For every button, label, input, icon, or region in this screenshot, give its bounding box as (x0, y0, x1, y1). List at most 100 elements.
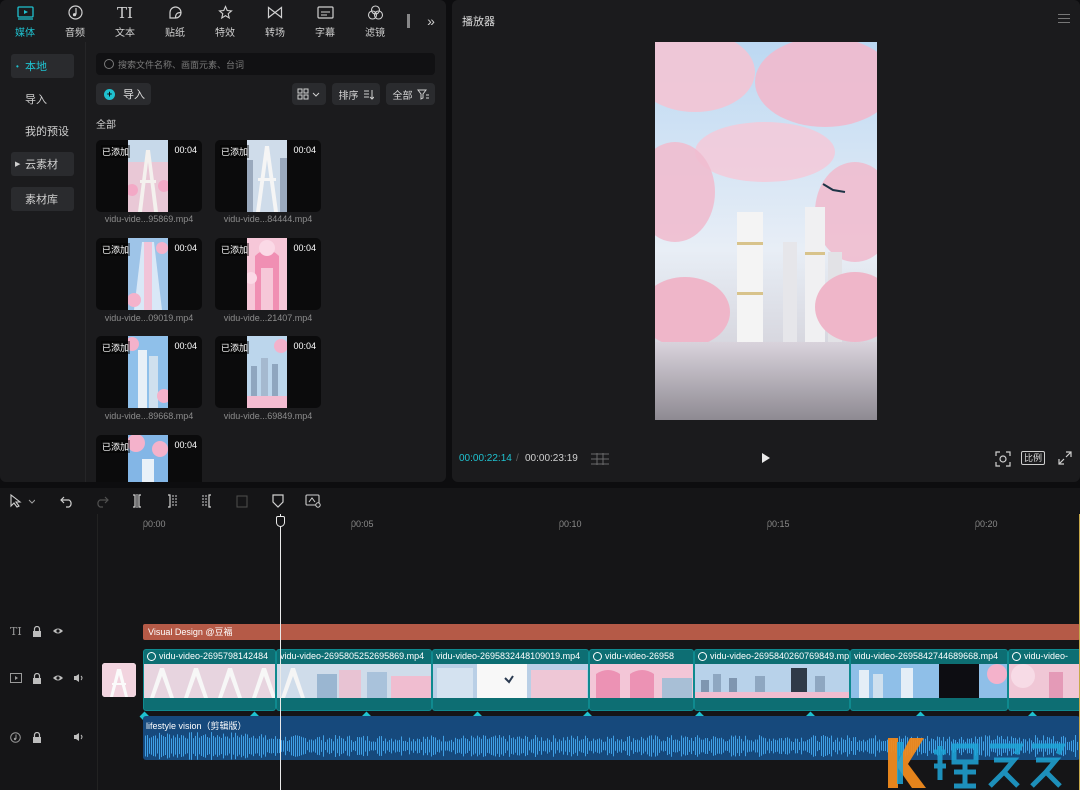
playhead[interactable] (280, 514, 281, 790)
waveform-bar (761, 736, 762, 756)
waveform-bar (311, 739, 312, 753)
waveform-bar (757, 739, 758, 753)
volume-icon[interactable] (73, 732, 85, 745)
waveform-bar (739, 735, 740, 757)
tab-text[interactable]: TI 文本 (100, 0, 150, 42)
waveform-bar (623, 741, 624, 751)
video-clip-3[interactable]: vidu-video-2695832448109019.mp4 (432, 649, 589, 711)
tab-audio[interactable]: 音频 (50, 0, 100, 42)
media-clip-2[interactable]: 已添加 00:04 (215, 140, 321, 212)
split-button[interactable] (131, 493, 143, 509)
waveform-bar (367, 736, 368, 756)
waveform-bar (771, 740, 772, 752)
fullscreen-icon[interactable] (1058, 451, 1072, 468)
waveform-bar (663, 740, 664, 752)
media-clip-1[interactable]: 已添加 00:04 (96, 140, 202, 212)
trim-right-button[interactable] (201, 493, 213, 509)
tab-sticker[interactable]: 贴纸 (150, 0, 200, 42)
waveform-bar (853, 737, 854, 755)
select-tool-button[interactable] (9, 493, 35, 509)
play-icon[interactable] (761, 452, 771, 467)
waveform-bar (263, 737, 264, 755)
auto-caption-button[interactable] (305, 493, 321, 509)
waveform-bar (725, 741, 726, 751)
tab-filter[interactable]: 滤镜 (350, 0, 400, 42)
waveform-bar (509, 735, 510, 757)
waveform-bar (183, 735, 184, 757)
video-clip-2[interactable]: vidu-video-2695805252695869.mp4 (276, 649, 432, 711)
waveform-bar (421, 741, 422, 751)
lock-icon[interactable] (32, 672, 42, 688)
text-clip[interactable]: Visual Design @豆福 (143, 624, 1080, 640)
waveform-bar (541, 737, 542, 755)
more-tabs-chevron-icon[interactable]: » (416, 0, 446, 42)
split-icon (133, 494, 141, 508)
waveform-bar (723, 739, 724, 753)
added-badge: 已添加 (101, 440, 131, 453)
media-clip-7[interactable]: 已添加 00:04 (96, 435, 202, 482)
waveform-bar (613, 735, 614, 757)
sidebar-item-import[interactable]: 导入 (11, 87, 74, 111)
time-ruler[interactable]: 00:00 00:05 00:10 00:15 00:20 (98, 514, 1080, 530)
undo-button[interactable] (60, 493, 74, 509)
eye-icon[interactable] (52, 673, 64, 686)
waveform-bar (841, 737, 842, 755)
waveform-bar (843, 739, 844, 753)
waveform-bar (273, 738, 274, 754)
redo-button[interactable] (95, 493, 109, 509)
fit-screen-icon[interactable] (995, 451, 1011, 470)
playhead-handle[interactable] (276, 516, 285, 527)
cover-thumbnail[interactable] (102, 663, 136, 697)
clip-thumbnail (128, 238, 168, 310)
video-clip-4[interactable]: vidu-video-26958 (589, 649, 694, 711)
trim-left-button[interactable] (166, 493, 178, 509)
media-clip-5[interactable]: 已添加 00:04 (96, 336, 202, 408)
sidebar-item-cloud[interactable]: ▶ 云素材 (11, 152, 74, 176)
waveform-bar (845, 739, 846, 753)
timecode-grid-icon[interactable] (590, 452, 610, 469)
aspect-ratio-button[interactable]: 比例 (1021, 451, 1046, 465)
sort-button[interactable]: 排序 (332, 83, 380, 105)
sidebar-item-library[interactable]: 素材库 (11, 187, 74, 211)
waveform-bar (811, 737, 812, 755)
clip-duration: 00:04 (293, 341, 316, 351)
clip-frames (144, 664, 275, 698)
lock-icon[interactable] (32, 625, 42, 641)
import-button[interactable]: + 导入 (96, 83, 151, 105)
video-clip-5[interactable]: vidu-video-2695840260769849.mp4 (694, 649, 850, 711)
added-badge: 已添加 (220, 243, 250, 256)
waveform-bar (377, 738, 378, 754)
sidebar-item-local[interactable]: • 本地 (11, 54, 74, 78)
waveform-bar (643, 738, 644, 754)
waveform-bar (599, 738, 600, 754)
volume-icon[interactable] (73, 673, 85, 686)
video-clip-1[interactable]: vidu-video-2695798142484 (143, 649, 276, 711)
media-clip-3[interactable]: 已添加 00:04 (96, 238, 202, 310)
lock-icon[interactable] (32, 731, 42, 747)
waveform-bar (661, 741, 662, 751)
delete-button[interactable] (236, 493, 248, 509)
waveform-bar (807, 739, 808, 753)
view-mode-button[interactable] (292, 83, 326, 105)
eye-icon[interactable] (52, 626, 64, 639)
marker-button[interactable] (272, 493, 284, 509)
search-input[interactable]: 搜索文件名称、画面元素、台词 (96, 53, 435, 75)
tab-transition[interactable]: 转场 (250, 0, 300, 42)
video-clip-6[interactable]: vidu-video-2695842744689668.mp4 (850, 649, 1008, 711)
waveform-bar (229, 738, 230, 754)
filter-button[interactable]: 全部 (386, 83, 435, 105)
tab-subtitle[interactable]: 字幕 (300, 0, 350, 42)
ruler-major-tick (559, 522, 560, 530)
media-clip-4[interactable]: 已添加 00:04 (215, 238, 321, 310)
media-clip-6[interactable]: 已添加 00:04 (215, 336, 321, 408)
waveform-bar (559, 739, 560, 753)
video-preview[interactable] (655, 42, 877, 420)
tab-media[interactable]: 媒体 (0, 0, 50, 42)
player-menu-icon[interactable] (1058, 14, 1070, 26)
tab-effects[interactable]: 特效 (200, 0, 250, 42)
sidebar-item-presets[interactable]: 我的预设 (11, 119, 81, 143)
tab-overflow-partial[interactable] (400, 0, 416, 42)
waveform-bar (163, 736, 164, 756)
video-clip-7[interactable]: vidu-video- (1008, 649, 1080, 711)
waveform-bar (249, 738, 250, 754)
